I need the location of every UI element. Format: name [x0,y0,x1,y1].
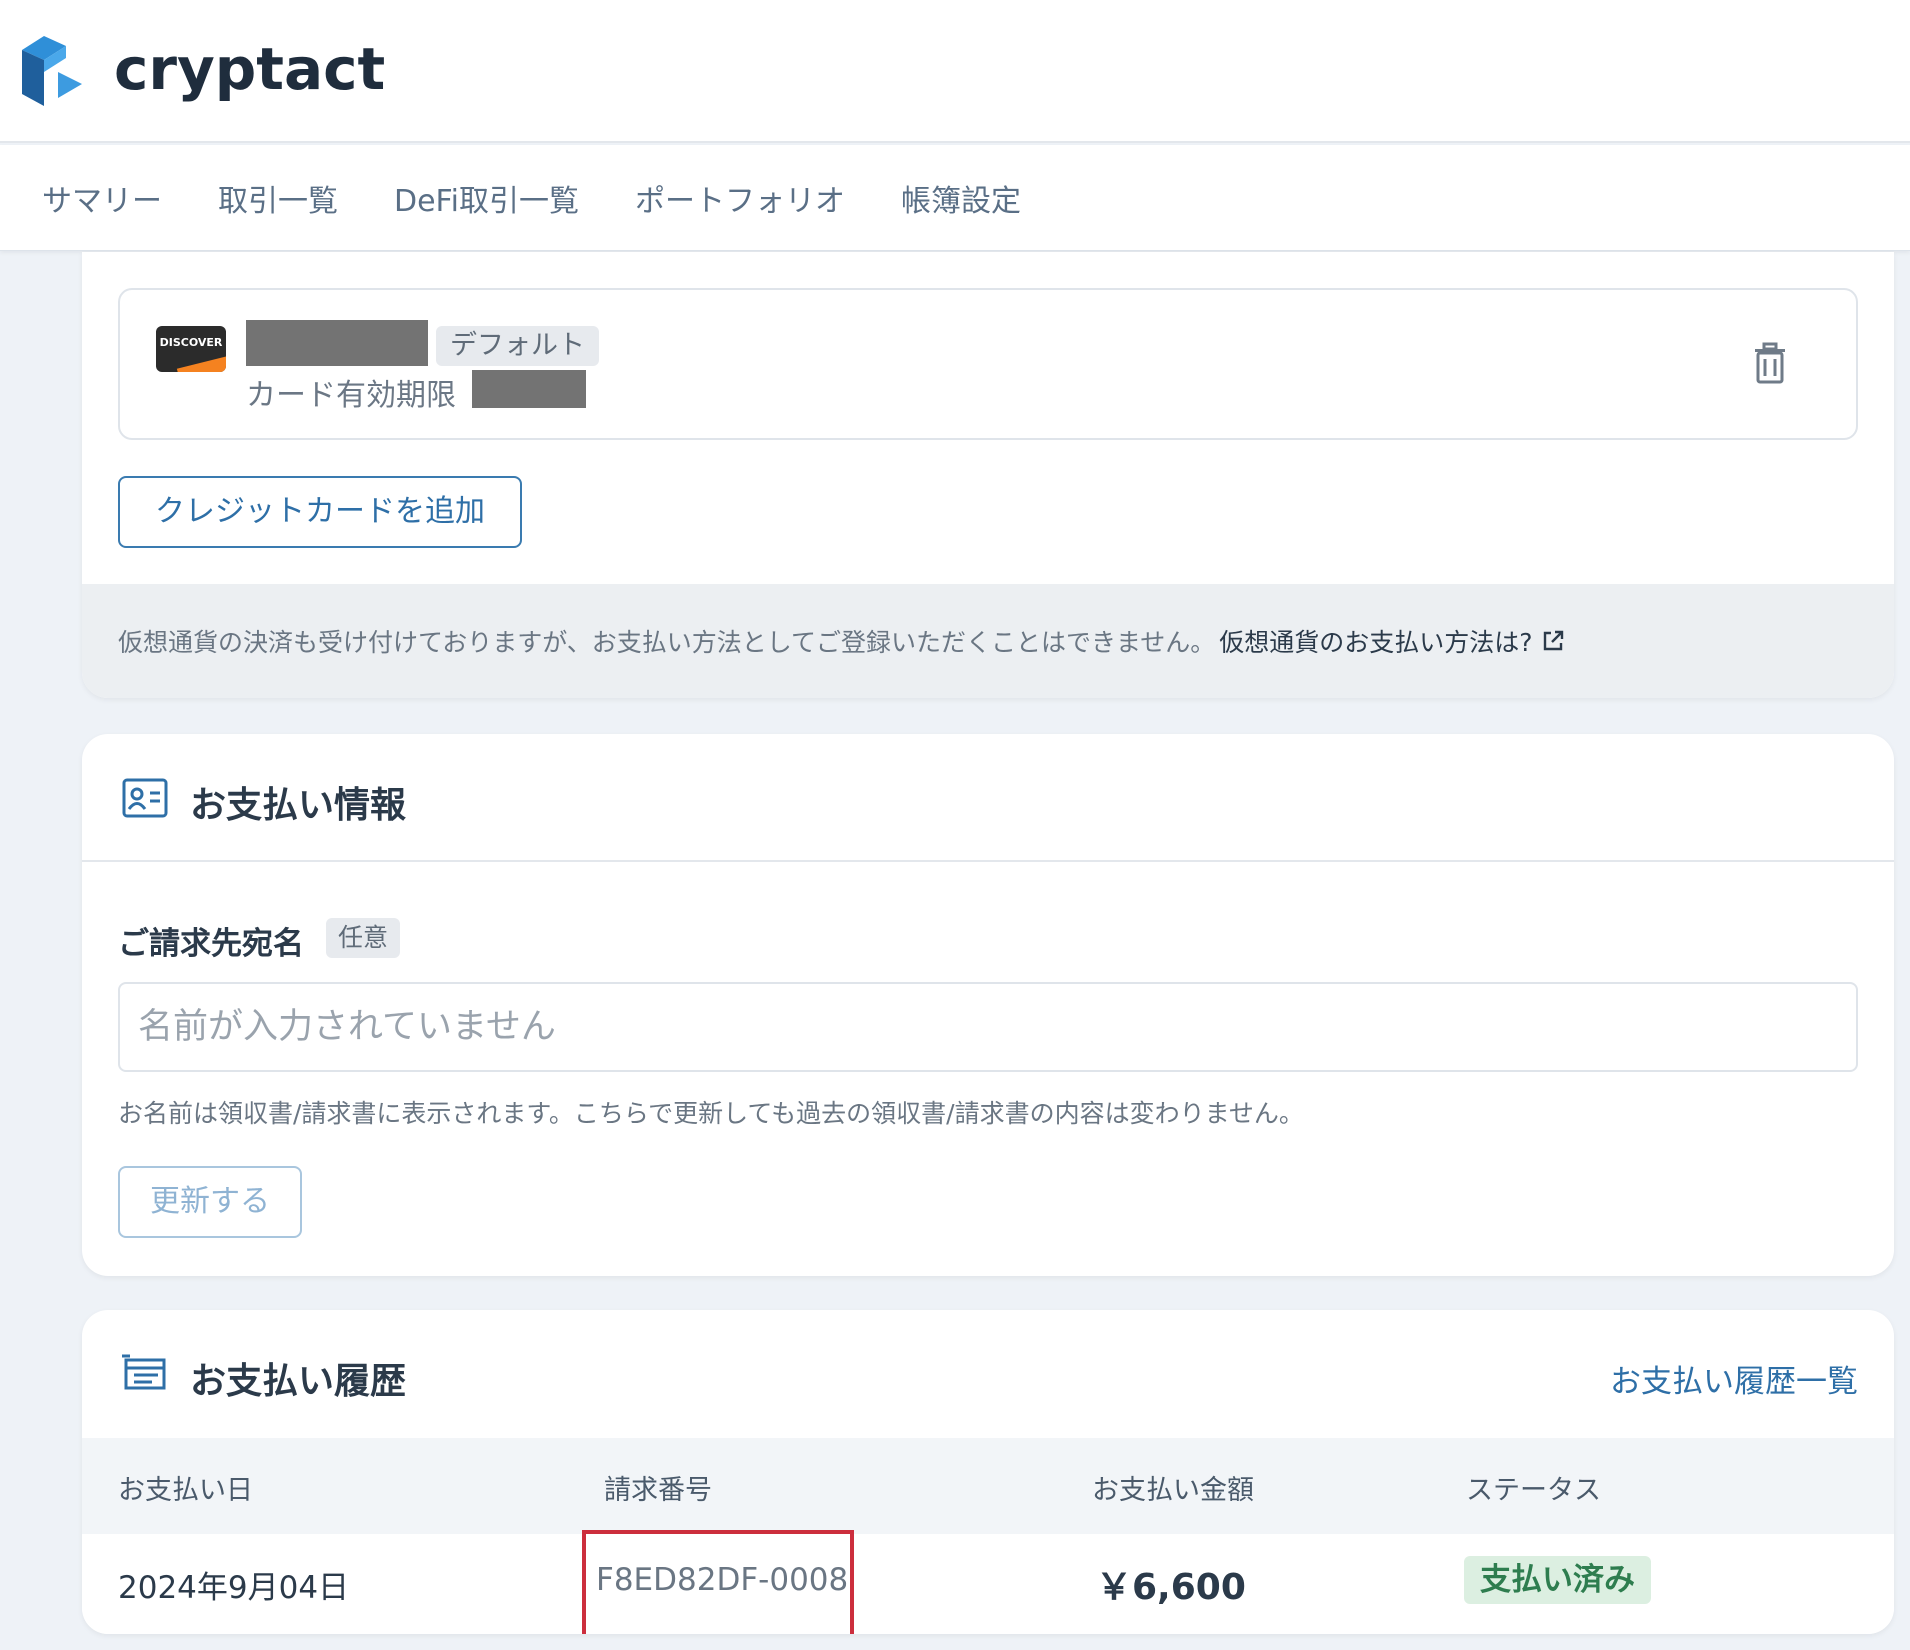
card-expiry-label: カード有効期限 [246,378,456,413]
nav-item-portfolio[interactable]: ポートフォリオ [635,176,845,220]
nav-item-transactions[interactable]: 取引一覧 [218,176,338,220]
payment-date: 2024年9月04日 [118,1570,350,1606]
app-header: cryptact [0,0,1910,143]
invoice-number: F8ED82DF-0008 [596,1562,849,1598]
billing-name-input[interactable] [118,982,1858,1072]
billing-name-help-text: お名前は領収書/請求書に表示されます。こちらで更新しても過去の領収書/請求書の内… [118,1099,1304,1128]
crypto-payment-notice: 仮想通貨の決済も受け付けておりますが、お支払い方法としてご登録いただくことはでき… [82,584,1894,698]
add-credit-card-button[interactable]: クレジットカードを追加 [118,476,522,548]
id-card-icon [122,778,168,818]
optional-badge: 任意 [326,918,401,958]
nav-item-defi-transactions[interactable]: DeFi取引一覧 [394,176,579,220]
notice-text: 仮想通貨の決済も受け付けておりますが、お支払い方法としてご登録いただくことはでき… [118,628,1216,657]
crypto-payment-link[interactable]: 仮想通貨のお支払い方法は? [1219,623,1532,659]
payment-info-header: お支払い情報 [82,734,1894,862]
redacted-card-expiry [472,370,586,408]
main-nav: サマリー 取引一覧 DeFi取引一覧 ポートフォリオ 帳簿設定 [0,145,1910,251]
column-header-invoice-number: 請求番号 [604,1475,712,1506]
payment-history-card: お支払い履歴 お支払い履歴一覧 お支払い日 請求番号 お支払い金額 ステータス … [82,1310,1894,1634]
external-link-icon[interactable] [1541,629,1565,653]
payment-history-list-link[interactable]: お支払い履歴一覧 [1610,1356,1858,1401]
nav-item-summary[interactable]: サマリー [42,176,162,220]
payment-info-card: お支払い情報 ご請求先宛名 任意 お名前は領収書/請求書に表示されます。こちらで… [82,734,1894,1276]
logo-text: cryptact [114,35,386,103]
payment-info-title: お支払い情報 [190,785,407,826]
redacted-card-number [246,320,428,366]
card-brand: DISCOVER [159,336,223,349]
trash-icon[interactable] [1752,342,1788,384]
payment-history-header: お支払い履歴 お支払い履歴一覧 [82,1310,1894,1438]
column-header-amount: お支払い金額 [1092,1475,1254,1506]
billing-name-label: ご請求先宛名 [118,926,304,962]
default-badge: デフォルト [436,326,599,366]
logo[interactable]: cryptact [22,32,385,106]
credit-card-item: DISCOVER デフォルト カード有効期限 [118,288,1858,440]
status-badge: 支払い済み [1464,1556,1651,1604]
update-button[interactable]: 更新する [118,1166,302,1238]
discover-card-icon: DISCOVER [156,326,226,372]
column-header-status: ステータス [1466,1475,1601,1506]
table-row[interactable]: 2024年9月04日 F8ED82DF-0008 ￥6,600 支払い済み [82,1530,1894,1634]
nav-item-ledger-settings[interactable]: 帳簿設定 [901,176,1021,220]
column-header-payment-date: お支払い日 [118,1475,253,1506]
payment-amount: ￥6,600 [1096,1567,1246,1608]
table-header: お支払い日 請求番号 お支払い金額 ステータス [82,1438,1894,1534]
payment-history-title: お支払い履歴 [190,1361,407,1402]
cryptact-logo-icon [22,36,82,106]
payment-method-card: DISCOVER デフォルト カード有効期限 クレジットカードを追加 仮想通貨の… [82,252,1894,698]
receipt-list-icon [122,1354,166,1390]
